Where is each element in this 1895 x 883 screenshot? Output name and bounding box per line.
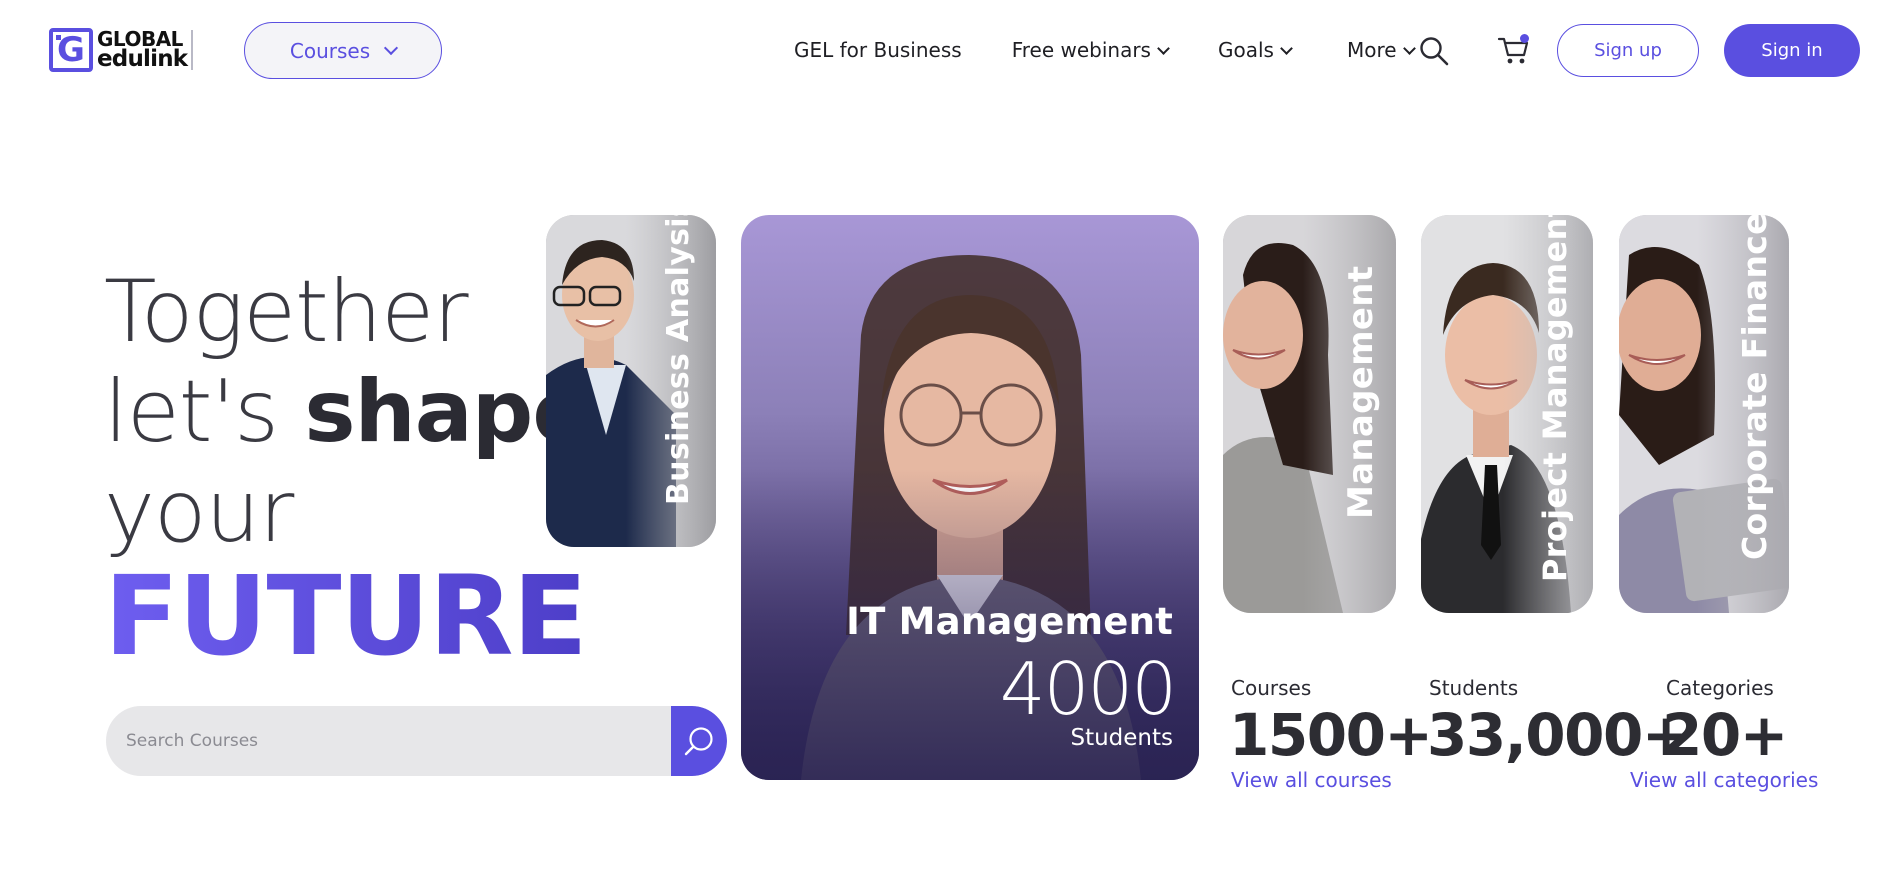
stat-courses-label: Courses: [1231, 676, 1312, 700]
sign-up-button[interactable]: Sign up: [1557, 24, 1699, 77]
chevron-down-icon: [1157, 41, 1170, 55]
view-all-courses-link[interactable]: View all courses: [1231, 768, 1392, 792]
courses-dropdown-label: Courses: [289, 38, 371, 63]
card-student-label: Students: [1070, 725, 1173, 751]
cart-notification-dot: [1520, 34, 1529, 43]
logo-wordmark: GLOBAL edulink: [97, 29, 194, 72]
category-card-management[interactable]: Management: [1223, 215, 1396, 613]
stat-students-label: Students: [1429, 676, 1519, 700]
card-label-project-management: Project Management: [1536, 215, 1574, 582]
nav-link-more[interactable]: More: [1347, 38, 1416, 62]
category-card-corporate-finance[interactable]: Corporate Finance: [1619, 215, 1789, 613]
search-submit-button[interactable]: [671, 706, 727, 776]
card-label-business-analysis: Business Analysis: [661, 215, 696, 505]
headline-line-1: Together: [104, 262, 469, 362]
nav-links: GEL for Business Free webinars Goals Mor…: [794, 30, 1416, 70]
headline-line-2: let's shape: [104, 362, 591, 462]
nav-link-goals[interactable]: Goals: [1218, 38, 1293, 62]
card-student-count: 4000: [999, 647, 1177, 731]
view-all-categories-link[interactable]: View all categories: [1630, 768, 1818, 792]
category-card-project-management[interactable]: Project Management: [1421, 215, 1593, 613]
stat-categories-label: Categories: [1666, 676, 1774, 700]
chevron-down-icon: [384, 40, 399, 56]
top-navigation: G GLOBAL edulink Courses GEL for Busines…: [0, 0, 1895, 100]
courses-dropdown-button[interactable]: Courses: [244, 22, 442, 79]
nav-link-gel-for-business[interactable]: GEL for Business: [794, 38, 962, 62]
search-icon[interactable]: [1419, 36, 1449, 66]
site-logo[interactable]: G GLOBAL edulink: [49, 28, 194, 72]
chevron-down-icon: [1280, 41, 1293, 55]
stat-categories-value: 20+: [1662, 701, 1788, 769]
stat-students-value: 33,000+: [1427, 701, 1690, 769]
card-title-it-management: IT Management: [846, 600, 1173, 643]
search-courses-input[interactable]: [106, 706, 671, 776]
sign-in-button[interactable]: Sign in: [1724, 24, 1860, 77]
featured-card-it-management[interactable]: IT Management 4000 Students: [741, 215, 1199, 780]
card-label-management: Management: [1341, 265, 1381, 519]
nav-link-free-webinars[interactable]: Free webinars: [1012, 38, 1170, 62]
headline-line-3: your: [104, 462, 294, 562]
course-search: [106, 706, 727, 776]
stat-courses-value: 1500+: [1229, 701, 1433, 769]
chevron-down-icon: [1402, 41, 1416, 55]
category-card-business-analysis[interactable]: Business Analysis: [546, 215, 716, 547]
search-icon: [684, 727, 713, 756]
hero-headline: Together let's shape your FUTURE: [104, 262, 591, 672]
card-label-corporate-finance: Corporate Finance: [1735, 215, 1774, 560]
logo-mark-icon: G: [49, 28, 93, 72]
headline-future: FUTURE: [104, 560, 590, 672]
logo-line-2: edulink: [97, 45, 188, 72]
